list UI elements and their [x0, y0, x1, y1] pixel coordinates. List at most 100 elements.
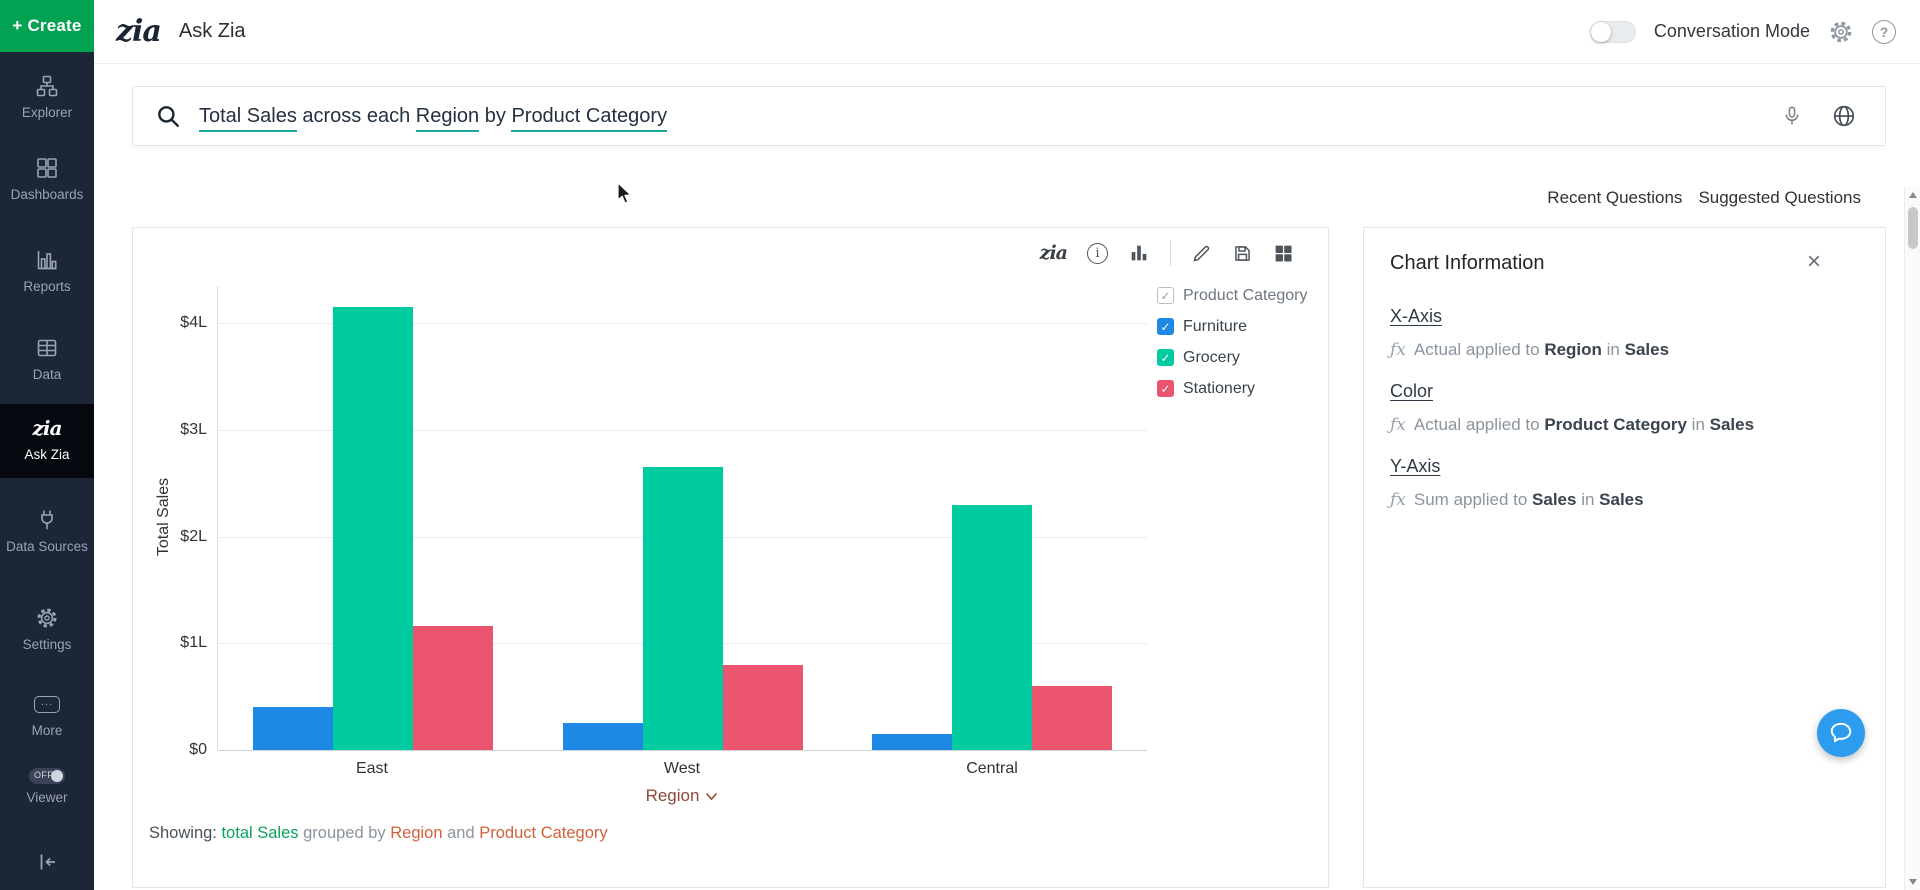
more-ellipsis-icon: ... — [0, 690, 94, 718]
query-text[interactable]: Total Sales across each Region by Produc… — [199, 105, 1781, 128]
chart-information-panel: Chart Information × X-Axis ƒx Actual app… — [1363, 227, 1886, 888]
region-dropdown-label: Region — [646, 786, 700, 806]
bar-groups — [218, 286, 1147, 750]
checkbox-icon: ✓ — [1157, 287, 1174, 304]
save-icon[interactable] — [1232, 243, 1253, 264]
info-section-x-axis: X-Axis ƒx Actual applied to Region in Sa… — [1390, 306, 1855, 360]
plot-area — [217, 286, 1147, 750]
checkbox-icon: ✓ — [1157, 380, 1174, 397]
viewer-off-toggle[interactable]: OFF — [29, 768, 65, 784]
sidebar-item-data-sources[interactable]: Data Sources — [0, 506, 94, 556]
section-heading[interactable]: X-Axis — [1390, 306, 1855, 327]
bar-furniture-east[interactable] — [253, 707, 333, 750]
zia-insights-icon[interactable]: zia — [1040, 242, 1067, 264]
bar-group-west — [528, 286, 838, 750]
section-detail: ƒx Actual applied to Product Category in… — [1390, 415, 1855, 435]
zia-logo: zia — [116, 14, 161, 49]
x-tick-east: East — [217, 760, 527, 778]
chart-information-title: Chart Information — [1390, 252, 1545, 275]
fx-function-icon: ƒx — [1390, 490, 1406, 510]
sidebar-item-data[interactable]: Data — [0, 334, 94, 384]
detail-text: Sum applied to Sales in Sales — [1414, 490, 1644, 510]
ask-zia-search-input[interactable]: Total Sales across each Region by Produc… — [132, 86, 1886, 146]
sidebar-item-label: Settings — [0, 637, 94, 654]
sidebar-item-settings[interactable]: Settings — [0, 604, 94, 654]
explorer-icon — [0, 72, 94, 100]
info-icon[interactable]: i — [1087, 243, 1108, 264]
zia-chat-button[interactable] — [1817, 709, 1865, 757]
text-segment[interactable]: Product Category — [511, 105, 667, 132]
settings-gear-icon[interactable] — [1828, 19, 1854, 45]
question-links: Recent Questions Suggested Questions — [1547, 188, 1861, 208]
chart-toolbar: zia i — [1040, 240, 1294, 266]
bar-group-central — [837, 286, 1147, 750]
chat-bubble-icon — [1828, 720, 1854, 746]
section-heading[interactable]: Color — [1390, 381, 1855, 402]
showing-summary: Showing: total Sales grouped by Region a… — [149, 824, 608, 843]
text-segment: Showing: — [149, 824, 221, 842]
text-segment: by — [479, 105, 511, 127]
chevron-down-icon — [705, 792, 718, 801]
chart-type-icon[interactable] — [1128, 242, 1150, 264]
text-segment: across each — [297, 105, 416, 127]
chart-card: zia i ✓ Product Category — [132, 227, 1329, 888]
sidebar-item-viewer[interactable]: OFF Viewer — [0, 768, 94, 807]
fx-function-icon: ƒx — [1390, 340, 1406, 360]
close-icon[interactable]: × — [1807, 250, 1821, 274]
section-detail: ƒx Actual applied to Region in Sales — [1390, 340, 1855, 360]
edit-pencil-icon[interactable] — [1191, 243, 1212, 264]
dashboards-icon — [0, 154, 94, 182]
suggested-questions-link[interactable]: Suggested Questions — [1698, 188, 1861, 208]
bar-furniture-central[interactable] — [872, 734, 952, 750]
create-button-label: + Create — [12, 16, 81, 36]
scroll-down-arrow[interactable] — [1905, 874, 1920, 890]
legend-group-product-category[interactable]: ✓ Product Category — [1157, 280, 1327, 311]
bar-furniture-west[interactable] — [563, 723, 643, 750]
sidebar-item-more[interactable]: ... More — [0, 690, 94, 740]
bar-stationery-west[interactable] — [723, 665, 803, 750]
section-heading[interactable]: Y-Axis — [1390, 456, 1855, 477]
legend-item-grocery[interactable]: ✓ Grocery — [1157, 342, 1327, 373]
reports-icon — [0, 246, 94, 274]
sidebar-item-label: Data — [0, 367, 94, 384]
help-icon[interactable]: ? — [1872, 20, 1896, 44]
bar-stationery-central[interactable] — [1032, 686, 1112, 750]
sidebar-item-reports[interactable]: Reports — [0, 246, 94, 296]
text-segment: grouped by — [299, 824, 391, 842]
bar-grocery-west[interactable] — [643, 467, 723, 750]
text-segment: total Sales — [221, 824, 298, 842]
recent-questions-link[interactable]: Recent Questions — [1547, 188, 1682, 208]
legend-item-stationery[interactable]: ✓ Stationery — [1157, 373, 1327, 404]
bar-grocery-east[interactable] — [333, 307, 413, 750]
sidebar-item-explorer[interactable]: Explorer — [0, 72, 94, 122]
sidebar-item-label: More — [0, 723, 94, 740]
text-segment[interactable]: Region — [416, 105, 479, 132]
text-segment: Sales — [1625, 340, 1669, 359]
sidebar-item-ask-zia[interactable]: zia Ask Zia — [0, 404, 94, 478]
create-button[interactable]: + Create — [0, 0, 94, 52]
text-segment: Actual applied to — [1414, 415, 1544, 434]
legend-item-furniture[interactable]: ✓ Furniture — [1157, 311, 1327, 342]
sidebar-item-label: Dashboards — [0, 187, 94, 204]
sidebar-item-label: Explorer — [0, 105, 94, 122]
scrollbar-thumb[interactable] — [1908, 207, 1918, 249]
bar-grocery-central[interactable] — [952, 505, 1032, 750]
text-segment: Region — [1544, 340, 1602, 359]
text-segment: Actual applied to — [1414, 340, 1544, 359]
layout-grid-icon[interactable] — [1273, 243, 1294, 264]
vertical-scrollbar[interactable] — [1904, 187, 1920, 890]
sidebar-item-dashboards[interactable]: Dashboards — [0, 154, 94, 204]
conversation-mode-toggle[interactable] — [1590, 21, 1636, 43]
fx-function-icon: ƒx — [1390, 415, 1406, 435]
text-segment: Sales — [1710, 415, 1754, 434]
microphone-icon[interactable] — [1781, 104, 1803, 128]
text-segment[interactable]: Total Sales — [199, 105, 297, 132]
y-tick-label: $1L — [180, 634, 207, 652]
scroll-up-arrow[interactable] — [1905, 187, 1920, 203]
legend-label: Grocery — [1183, 349, 1240, 367]
text-segment: Product Category — [479, 824, 607, 842]
bar-stationery-east[interactable] — [413, 626, 493, 750]
region-dropdown[interactable]: Region — [646, 786, 719, 806]
sidebar-collapse-button[interactable] — [0, 848, 94, 881]
globe-language-icon[interactable] — [1831, 103, 1857, 129]
